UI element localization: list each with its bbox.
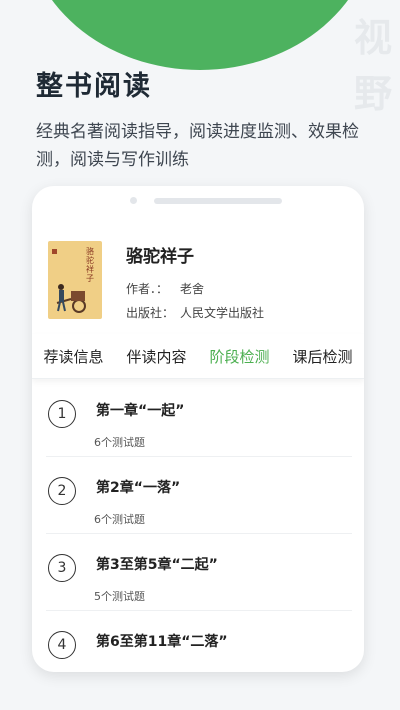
author-row: 作者．： 老舍 (126, 280, 204, 297)
question-count: 6个测试题 (94, 436, 145, 449)
author-value: 老舍 (180, 282, 205, 296)
author-label: 作者．： (126, 282, 169, 296)
speaker-bar (154, 198, 282, 204)
publisher-row: 出版社： 人民文学出版社 (126, 304, 264, 321)
chapter-item[interactable]: 4 第6至第11章“二落” (46, 611, 352, 672)
header-decoration (25, 0, 375, 70)
tab-bar: 荐读信息 伴读内容 阶段检测 课后检测 (32, 334, 364, 379)
publisher-value: 人民文学出版社 (180, 306, 265, 320)
watermark-text: 视 野 (354, 10, 394, 122)
chapter-item[interactable]: 2 第2章“一落” 6个测试题 (46, 457, 352, 534)
chapter-number-badge: 4 (48, 631, 76, 659)
chapter-title: 第一章“一起” (96, 403, 185, 419)
tab-companion-content[interactable]: 伴读内容 (126, 346, 186, 367)
chapter-title: 第6至第11章“二落” (96, 634, 228, 650)
chapter-item[interactable]: 1 第一章“一起” 6个测试题 (46, 380, 352, 457)
chapter-number-badge: 3 (48, 554, 76, 582)
camera-dot (130, 197, 137, 204)
tab-stage-test[interactable]: 阶段检测 (209, 346, 269, 367)
publisher-label: 出版社： (126, 306, 175, 320)
phone-mockup: 骆驼祥子 骆驼祥子 作者．： 老舍 出版社： 人民文学出版社 荐读信息 伴读内容 阶… (32, 186, 364, 672)
book-title: 骆驼祥子 (126, 247, 194, 267)
tab-post-class-test[interactable]: 课后检测 (292, 346, 352, 367)
tab-recommend-info[interactable]: 荐读信息 (43, 346, 103, 367)
chapter-number-badge: 2 (48, 477, 76, 505)
watermark-char: 视 (354, 15, 393, 60)
chapter-item[interactable]: 3 第3至第5章“二起” 5个测试题 (46, 534, 352, 611)
cover-stamp (52, 249, 57, 254)
cover-title: 骆驼祥子 (86, 247, 94, 283)
promo-description: 经典名著阅读指导，阅读进度监测、效果检测，阅读与写作训练 (36, 122, 359, 170)
chapter-title: 第2章“一落” (96, 480, 181, 496)
book-cover[interactable]: 骆驼祥子 (48, 241, 102, 319)
question-count: 6个测试题 (94, 513, 145, 526)
chapter-title: 第3至第5章“二起” (96, 557, 218, 573)
phone-notch (32, 196, 364, 206)
question-count: 5个测试题 (94, 590, 145, 603)
rickshaw-illustration-icon (56, 284, 86, 313)
promo-title: 整书阅读 (36, 71, 152, 102)
chapter-list: 1 第一章“一起” 6个测试题 2 第2章“一落” 6个测试题 3 第3至第5章… (32, 380, 364, 672)
watermark-char: 野 (354, 71, 393, 116)
chapter-number-badge: 1 (48, 400, 76, 428)
